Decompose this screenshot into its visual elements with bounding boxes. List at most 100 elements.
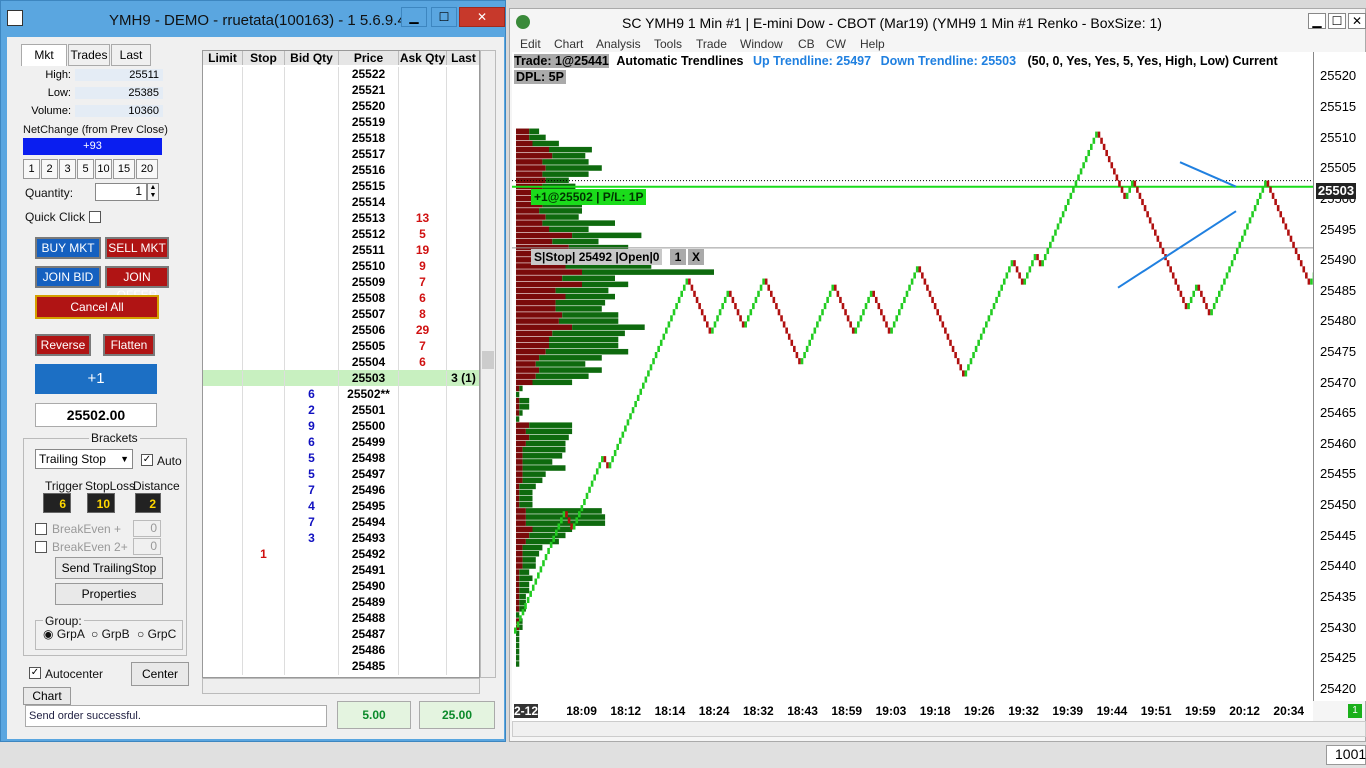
ladder-row[interactable]: 25510 9 [203, 258, 479, 275]
quantity-input[interactable]: 1 [95, 183, 147, 201]
ladder-cell-ask[interactable]: 6 [399, 291, 447, 307]
ladder-cell-limit[interactable] [203, 547, 243, 563]
ladder-cell-ask[interactable] [399, 419, 447, 435]
menu-analysis[interactable]: Analysis [596, 37, 641, 51]
ladder-cell-ask[interactable]: 19 [399, 243, 447, 259]
ladder-cell-price[interactable]: 25513 [339, 211, 399, 227]
ladder-cell-price[interactable]: 25506 [339, 323, 399, 339]
price-axis[interactable]: 2552025515255102550525500254952549025485… [1313, 52, 1366, 701]
breakeven2-checkbox[interactable] [35, 541, 47, 553]
ladder-cell-bid[interactable] [285, 131, 339, 147]
ladder-cell-price[interactable]: 25505 [339, 339, 399, 355]
ladder-cell-bid[interactable] [285, 243, 339, 259]
ladder-cell-limit[interactable] [203, 115, 243, 131]
ladder-cell-stop[interactable] [243, 659, 285, 675]
ladder-cell-price[interactable]: 25522 [339, 67, 399, 83]
ladder-cell-stop[interactable] [243, 467, 285, 483]
ladder-cell-ask[interactable] [399, 131, 447, 147]
ladder-cell-bid[interactable] [285, 163, 339, 179]
stop-cancel-icon[interactable]: X [688, 249, 704, 265]
ladder-cell-ask[interactable] [399, 147, 447, 163]
ladder-cell-price[interactable]: 25508 [339, 291, 399, 307]
ladder-row[interactable]: 3 25493 [203, 530, 479, 547]
menu-cb[interactable]: CB [798, 37, 815, 51]
ladder-cell-stop[interactable] [243, 99, 285, 115]
ladder-cell-limit[interactable] [203, 211, 243, 227]
ladder-cell-last[interactable] [447, 67, 479, 83]
ladder-cell-bid[interactable] [285, 259, 339, 275]
ladder-cell-price[interactable]: 25493 [339, 531, 399, 547]
ladder-cell-ask[interactable]: 7 [399, 339, 447, 355]
ladder-cell-stop[interactable] [243, 275, 285, 291]
ladder-cell-last[interactable] [447, 275, 479, 291]
ladder-cell-bid[interactable] [285, 659, 339, 675]
ladder-row[interactable]: 25517 [203, 146, 479, 163]
ladder-cell-ask[interactable] [399, 435, 447, 451]
ladder-cell-ask[interactable] [399, 387, 447, 403]
ladder-cell-last[interactable] [447, 563, 479, 579]
ladder-cell-limit[interactable] [203, 323, 243, 339]
sell-mkt-button[interactable]: SELL MKT [105, 237, 169, 259]
ladder-cell-limit[interactable] [203, 195, 243, 211]
tab-last[interactable]: Last [111, 44, 151, 66]
ladder-row[interactable]: 2 25501 [203, 402, 479, 419]
ladder-cell-last[interactable] [447, 531, 479, 547]
ladder-cell-bid[interactable] [285, 147, 339, 163]
ladder-cell-ask[interactable] [399, 531, 447, 547]
ladder-cell-limit[interactable] [203, 131, 243, 147]
ladder-cell-bid[interactable] [285, 371, 339, 387]
ladder-cell-bid[interactable]: 4 [285, 499, 339, 515]
chart-area[interactable] [512, 52, 1366, 701]
breakeven2-input[interactable]: 0 [133, 538, 161, 555]
ladder-cell-stop[interactable] [243, 131, 285, 147]
ladder-cell-price[interactable]: 25519 [339, 115, 399, 131]
ladder-cell-price[interactable]: 25489 [339, 595, 399, 611]
ladder-scrollbar[interactable] [480, 50, 496, 678]
ladder-cell-price[interactable]: 25502** [339, 387, 399, 403]
ladder-cell-bid[interactable] [285, 307, 339, 323]
ladder-cell-limit[interactable] [203, 499, 243, 515]
ladder-row[interactable]: 25518 [203, 130, 479, 147]
qty-preset-2[interactable]: 2 [41, 159, 58, 179]
ladder-cell-price[interactable]: 25490 [339, 579, 399, 595]
ladder-cell-last[interactable] [447, 115, 479, 131]
ladder-cell-stop[interactable] [243, 451, 285, 467]
ladder-cell-last[interactable] [447, 307, 479, 323]
position-tag[interactable]: +1@25502 | P/L: 1P [531, 189, 647, 205]
ladder-cell-ask[interactable] [399, 83, 447, 99]
ladder-cell-last[interactable] [447, 323, 479, 339]
qty-preset-3[interactable]: 3 [59, 159, 76, 179]
ladder-cell-price[interactable]: 25503 [339, 371, 399, 387]
ladder-cell-bid[interactable]: 7 [285, 515, 339, 531]
ladder-cell-limit[interactable] [203, 579, 243, 595]
ladder-row[interactable]: 25520 [203, 98, 479, 115]
bracket-mode-select[interactable]: Trailing Stop ▼ [35, 449, 133, 469]
ladder-cell-last[interactable] [447, 99, 479, 115]
ladder-cell-bid[interactable]: 7 [285, 483, 339, 499]
ladder-cell-ask[interactable] [399, 483, 447, 499]
ladder-cell-ask[interactable] [399, 627, 447, 643]
ladder-cell-limit[interactable] [203, 291, 243, 307]
ladder-cell-last[interactable] [447, 83, 479, 99]
tab-trades[interactable]: Trades [68, 44, 110, 66]
ladder-cell-ask[interactable] [399, 499, 447, 515]
ladder-cell-bid[interactable]: 2 [285, 403, 339, 419]
ladder-row[interactable]: 5 25497 [203, 466, 479, 483]
ladder-cell-bid[interactable] [285, 595, 339, 611]
ladder-row[interactable]: 25521 [203, 82, 479, 99]
menu-window[interactable]: Window [740, 37, 783, 51]
ladder-cell-stop[interactable] [243, 595, 285, 611]
qty-preset-5[interactable]: 5 [77, 159, 94, 179]
ladder-cell-limit[interactable] [203, 99, 243, 115]
ladder-row[interactable]: 25507 8 [203, 306, 479, 323]
quantity-spinner[interactable]: ▲ ▼ [147, 183, 159, 201]
ladder-row[interactable]: 7 25494 [203, 514, 479, 531]
ladder-cell-last[interactable] [447, 259, 479, 275]
ladder-cell-ask[interactable] [399, 467, 447, 483]
menu-trade[interactable]: Trade [696, 37, 727, 51]
ladder-cell-stop[interactable] [243, 147, 285, 163]
ladder-row[interactable]: 25508 6 [203, 290, 479, 307]
ladder-cell-bid[interactable]: 3 [285, 531, 339, 547]
ladder-cell-stop[interactable] [243, 67, 285, 83]
ladder-row[interactable]: 25513 13 [203, 210, 479, 227]
